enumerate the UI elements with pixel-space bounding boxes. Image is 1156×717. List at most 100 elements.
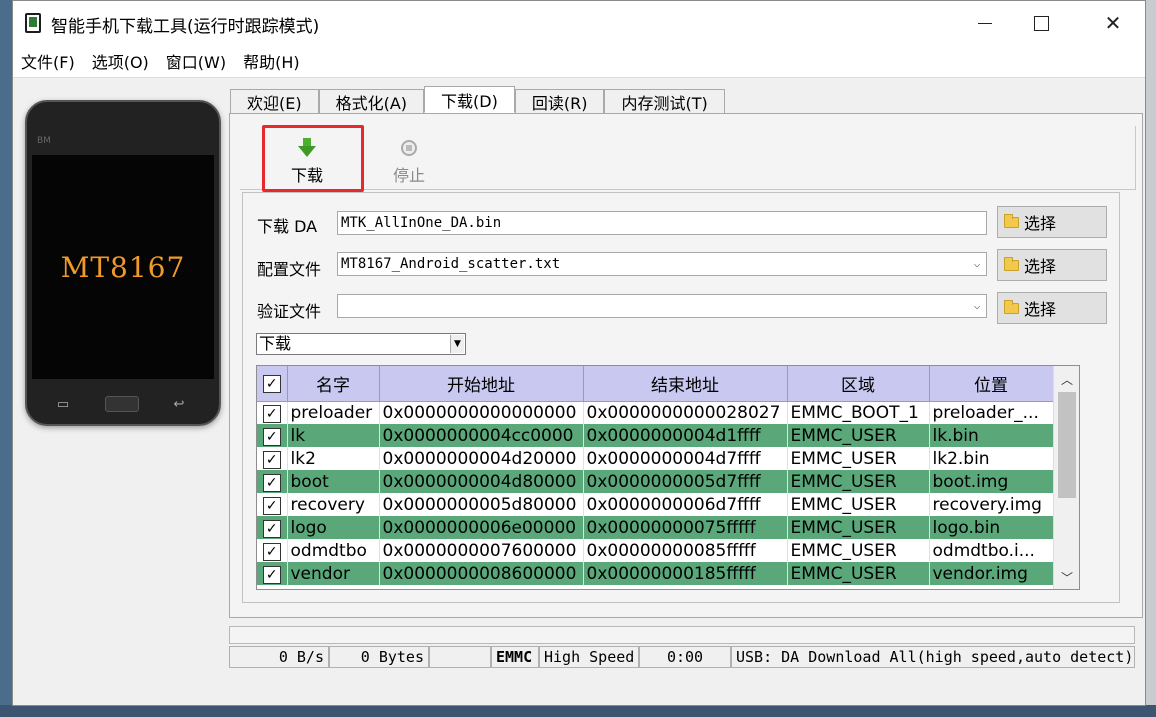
menu-window[interactable]: 窗口(W) xyxy=(166,49,226,73)
row-checkbox[interactable]: ✓ xyxy=(257,516,288,539)
choose-verify-button[interactable]: 选择 xyxy=(997,292,1107,324)
row-checkbox[interactable]: ✓ xyxy=(257,424,288,447)
chevron-down-icon[interactable]: ⌵ xyxy=(969,296,985,316)
status-time: 0:00 xyxy=(639,646,731,668)
row-checkbox[interactable]: ✓ xyxy=(257,470,288,493)
table-row[interactable]: ✓ odmdtbo 0x0000000007600000 0x000000000… xyxy=(257,539,1054,562)
stop-button[interactable]: 停止 xyxy=(364,130,454,190)
table-row[interactable]: ✓ logo 0x0000000006e00000 0x00000000075f… xyxy=(257,516,1054,539)
header-start-address[interactable]: 开始地址 xyxy=(379,366,584,402)
row-checkbox[interactable]: ✓ xyxy=(257,447,288,470)
close-button[interactable]: ✕ xyxy=(1090,1,1136,45)
cell-name: lk xyxy=(287,424,380,447)
chevron-up-icon[interactable]: ︿ xyxy=(1054,368,1079,390)
app-window: 智能手机下载工具(运行时跟踪模式) ✕ 文件(F) 选项(O) 窗口(W) 帮助… xyxy=(12,0,1146,706)
tab-welcome[interactable]: 欢迎(E) xyxy=(230,89,319,113)
table-row[interactable]: ✓ lk2 0x0000000004d20000 0x0000000004d7f… xyxy=(257,447,1054,470)
cell-end: 0x00000000185fffff xyxy=(583,562,788,585)
tab-memory-test[interactable]: 内存测试(T) xyxy=(604,89,725,113)
checkbox-checked-icon: ✓ xyxy=(262,450,281,469)
row-checkbox[interactable]: ✓ xyxy=(257,401,288,424)
desktop-background-right xyxy=(1146,0,1156,717)
tab-download[interactable]: 下载(D) xyxy=(424,86,515,113)
chevron-down-icon[interactable]: ﹀ xyxy=(1054,566,1079,588)
cell-location[interactable]: preloader_... xyxy=(929,401,1054,424)
menu-file[interactable]: 文件(F) xyxy=(21,49,75,73)
da-label: 下载 DA xyxy=(257,217,318,236)
table-scrollbar[interactable]: ︿ ﹀ xyxy=(1053,366,1079,589)
cell-start: 0x0000000004d80000 xyxy=(379,470,584,493)
table-row[interactable]: ✓ preloader 0x0000000000000000 0x0000000… xyxy=(257,401,1054,424)
row-checkbox[interactable]: ✓ xyxy=(257,562,288,585)
desktop-taskbar-strip xyxy=(0,705,1156,717)
tab-readback[interactable]: 回读(R) xyxy=(514,89,605,113)
cell-end: 0x0000000005d7ffff xyxy=(583,470,788,493)
scrollbar-thumb[interactable] xyxy=(1058,392,1076,498)
menu-options[interactable]: 选项(O) xyxy=(92,49,149,73)
table-row[interactable]: ✓ boot 0x0000000004d80000 0x0000000005d7… xyxy=(257,470,1054,493)
da-input[interactable]: MTK_AllInOne_DA.bin xyxy=(337,211,987,235)
choose-verify-label: 选择 xyxy=(1024,300,1057,319)
status-blank xyxy=(429,646,491,668)
cell-end: 0x00000000085fffff xyxy=(583,539,788,562)
checkbox-checked-icon: ✓ xyxy=(262,519,281,538)
row-checkbox[interactable]: ✓ xyxy=(257,539,288,562)
checkbox-checked-icon: ✓ xyxy=(262,496,281,515)
menu-help[interactable]: 帮助(H) xyxy=(243,49,300,73)
table-row[interactable]: ✓ lk 0x0000000004cc0000 0x0000000004d1ff… xyxy=(257,424,1054,447)
phone-brand: BM xyxy=(37,136,51,146)
desktop-background-left xyxy=(0,0,12,717)
verify-input[interactable]: ⌵ xyxy=(337,294,987,318)
cell-location[interactable]: lk.bin xyxy=(929,424,1054,447)
config-value: MT8167_Android_scatter.txt xyxy=(341,256,561,272)
cell-location[interactable]: vendor.img xyxy=(929,562,1054,585)
cell-region: EMMC_USER xyxy=(787,539,930,562)
chevron-down-icon[interactable]: ⌵ xyxy=(969,254,985,274)
cell-region: EMMC_USER xyxy=(787,470,930,493)
config-input[interactable]: MT8167_Android_scatter.txt ⌵ xyxy=(337,252,987,276)
header-location[interactable]: 位置 xyxy=(929,366,1054,402)
title-bar: 智能手机下载工具(运行时跟踪模式) ✕ xyxy=(13,1,1145,45)
cell-region: EMMC_USER xyxy=(787,493,930,516)
row-checkbox[interactable]: ✓ xyxy=(257,493,288,516)
mode-select[interactable]: 下载 ▼ xyxy=(256,333,466,355)
status-storage: EMMC xyxy=(491,646,539,668)
cell-location[interactable]: odmdtbo.i... xyxy=(929,539,1054,562)
header-name[interactable]: 名字 xyxy=(287,366,380,402)
cell-location[interactable]: recovery.img xyxy=(929,493,1054,516)
progress-bar xyxy=(229,626,1135,644)
cell-end: 0x0000000004d1ffff xyxy=(583,424,788,447)
cell-region: EMMC_BOOT_1 xyxy=(787,401,930,424)
table-row[interactable]: ✓ recovery 0x0000000005d80000 0x00000000… xyxy=(257,493,1054,516)
cell-name: preloader xyxy=(287,401,380,424)
choose-da-label: 选择 xyxy=(1024,214,1057,233)
cell-location[interactable]: boot.img xyxy=(929,470,1054,493)
cell-end: 0x0000000006d7ffff xyxy=(583,493,788,516)
cell-location[interactable]: lk2.bin xyxy=(929,447,1054,470)
cell-name: boot xyxy=(287,470,380,493)
maximize-button[interactable] xyxy=(1018,1,1064,45)
folder-icon xyxy=(1004,256,1019,271)
menu-key-icon: ▭ xyxy=(56,396,70,412)
minimize-button[interactable] xyxy=(962,1,1008,45)
header-end-address[interactable]: 结束地址 xyxy=(583,366,788,402)
tab-format[interactable]: 格式化(A) xyxy=(318,89,425,113)
config-label: 配置文件 xyxy=(257,260,322,279)
select-all-checkbox[interactable]: ✓ xyxy=(257,366,288,402)
table-header-row: ✓ 名字 开始地址 结束地址 区域 位置 xyxy=(257,366,1054,402)
cell-location[interactable]: logo.bin xyxy=(929,516,1054,539)
minimize-icon xyxy=(978,22,992,24)
dropdown-arrow-icon: ▼ xyxy=(450,335,464,353)
download-panel: 下载 停止 下载 DA MTK_AllInOne_DA.bin 选择 配置文件 … xyxy=(229,113,1143,618)
toolbar: 下载 停止 xyxy=(240,126,1136,190)
cell-end: 0x00000000075fffff xyxy=(583,516,788,539)
table-row[interactable]: ✓ vendor 0x0000000008600000 0x0000000018… xyxy=(257,562,1054,585)
window-title: 智能手机下载工具(运行时跟踪模式) xyxy=(51,17,320,37)
choose-config-button[interactable]: 选择 xyxy=(997,249,1107,281)
folder-icon xyxy=(1004,213,1019,228)
choose-da-button[interactable]: 选择 xyxy=(997,206,1107,238)
header-region[interactable]: 区域 xyxy=(787,366,930,402)
choose-config-label: 选择 xyxy=(1024,257,1057,276)
cell-end: 0x0000000000028027 xyxy=(583,401,788,424)
checkbox-checked-icon: ✓ xyxy=(262,375,281,394)
